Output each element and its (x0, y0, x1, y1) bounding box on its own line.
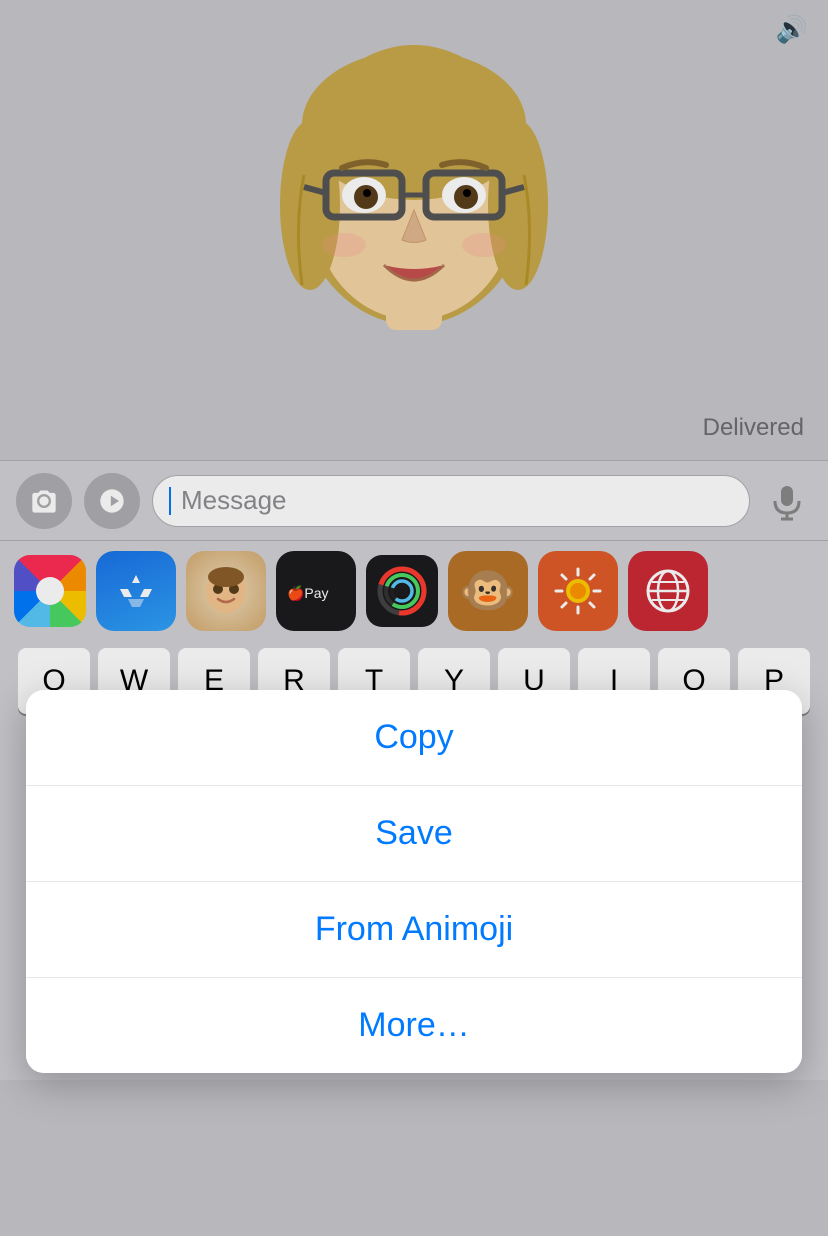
context-menu-more[interactable]: More… (26, 978, 802, 1073)
context-menu: Copy Save From Animoji More… (26, 690, 802, 1073)
context-menu-from-animoji[interactable]: From Animoji (26, 882, 802, 978)
context-menu-save[interactable]: Save (26, 786, 802, 882)
context-menu-copy[interactable]: Copy (26, 690, 802, 786)
